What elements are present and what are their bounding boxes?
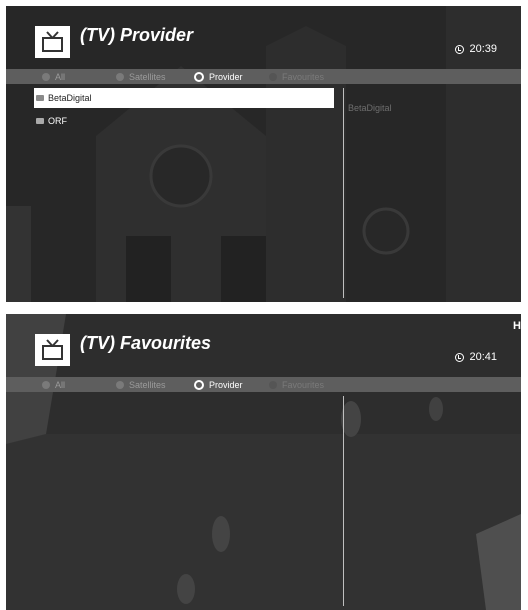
tab-label: All bbox=[55, 71, 66, 82]
favourites-screen: (TV) Favourites 20:41 H All Satellites P… bbox=[6, 314, 521, 610]
clock-icon bbox=[455, 352, 465, 362]
page-title: (TV) Provider bbox=[80, 25, 194, 45]
header: (TV) Favourites 20:41 H bbox=[6, 314, 521, 378]
tab-label: Favourites bbox=[282, 379, 325, 390]
preview-label: BetaDigital bbox=[348, 103, 392, 113]
folder-icon bbox=[36, 95, 44, 101]
radio-icon bbox=[42, 72, 50, 81]
header: (TV) Provider 20:39 bbox=[6, 6, 521, 70]
tab-label: Provider bbox=[209, 379, 243, 390]
tab-label: Satellites bbox=[129, 379, 166, 390]
tab-label: All bbox=[55, 379, 66, 390]
radio-icon bbox=[42, 380, 50, 389]
list-item-label: ORF bbox=[48, 116, 67, 126]
clock: 20:39 bbox=[455, 43, 497, 55]
radio-icon bbox=[269, 380, 277, 389]
tab-favourites[interactable]: Favourites bbox=[269, 69, 324, 84]
list-item-label: BetaDigital bbox=[48, 93, 92, 103]
provider-screen: (TV) Provider 20:39 All Satellites Provi… bbox=[6, 6, 521, 302]
clock-time: 20:41 bbox=[469, 351, 497, 363]
panel-divider bbox=[343, 396, 344, 606]
radio-selected-icon bbox=[194, 379, 204, 390]
list-item[interactable]: BetaDigital bbox=[34, 88, 334, 108]
clock: 20:41 bbox=[455, 351, 497, 363]
tab-label: Satellites bbox=[129, 71, 166, 82]
tab-all[interactable]: All bbox=[42, 69, 65, 84]
tab-label: Favourites bbox=[282, 71, 325, 82]
clock-icon bbox=[455, 44, 465, 54]
tv-icon bbox=[35, 26, 70, 58]
panel-divider bbox=[343, 88, 344, 298]
tab-favourites[interactable]: Favourites bbox=[269, 377, 324, 392]
corner-label: H bbox=[513, 320, 521, 332]
tab-provider[interactable]: Provider bbox=[194, 69, 243, 84]
clock-time: 20:39 bbox=[469, 43, 497, 55]
page-title: (TV) Favourites bbox=[80, 333, 212, 353]
provider-list: BetaDigital ORF bbox=[34, 88, 334, 134]
radio-selected-icon bbox=[194, 71, 204, 82]
radio-icon bbox=[269, 72, 277, 81]
folder-icon bbox=[36, 118, 44, 124]
list-item[interactable]: ORF bbox=[34, 111, 334, 131]
tab-satellites[interactable]: Satellites bbox=[116, 377, 166, 392]
radio-icon bbox=[116, 72, 124, 81]
radio-icon bbox=[116, 380, 124, 389]
tab-label: Provider bbox=[209, 71, 243, 82]
tab-all[interactable]: All bbox=[42, 377, 65, 392]
tv-icon bbox=[35, 334, 70, 366]
filter-tabs: All Satellites Provider Favourites bbox=[6, 69, 521, 84]
tab-provider[interactable]: Provider bbox=[194, 377, 243, 392]
tab-satellites[interactable]: Satellites bbox=[116, 69, 166, 84]
filter-tabs: All Satellites Provider Favourites bbox=[6, 377, 521, 392]
